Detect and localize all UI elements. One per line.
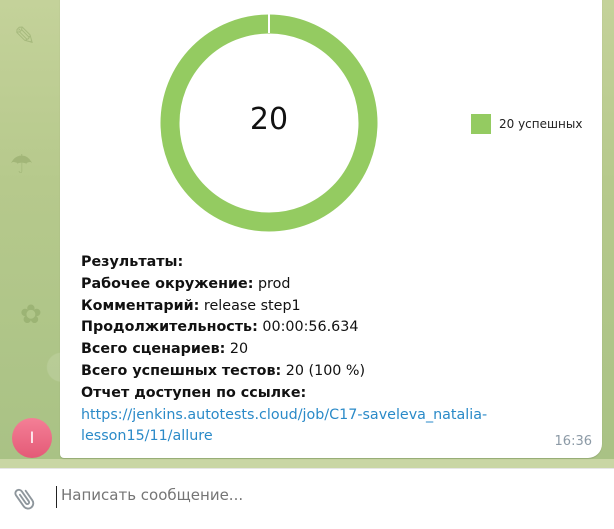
doodle-icon: ✎ <box>14 22 36 52</box>
env-value: prod <box>253 275 291 292</box>
report-link-line-1[interactable]: https://jenkins.autotests.cloud/job/C17-… <box>81 407 487 423</box>
text-cursor <box>56 486 57 508</box>
passed-value: 20 (100 %) <box>281 362 366 379</box>
comment-value: release step1 <box>199 297 301 314</box>
results-label: Результаты: <box>81 254 184 270</box>
report-link-line-2[interactable]: lesson15/11/allure <box>81 428 213 444</box>
doodle-icon: ☂ <box>10 150 34 180</box>
paperclip-icon[interactable] <box>11 485 39 513</box>
message-text: Результаты: Рабочее окружение: prod Комм… <box>81 252 487 448</box>
passed-label: Всего успешных тестов: <box>81 362 282 379</box>
legend-label: 20 успешных <box>499 117 583 131</box>
comment-label: Комментарий: <box>81 297 200 314</box>
message-input[interactable] <box>61 486 561 504</box>
message-timestamp: 16:36 <box>554 434 592 449</box>
report-label: Отчет доступен по ссылке: <box>81 384 307 401</box>
chart-center-value: 20 <box>249 102 289 137</box>
scenarios-value: 20 <box>225 341 249 358</box>
chart-legend: 20 успешных <box>471 114 582 134</box>
doodle-icon: ✿ <box>20 300 42 330</box>
scenarios-label: Всего сценариев: <box>81 341 226 358</box>
duration-value: 00:00:56.634 <box>257 319 359 336</box>
avatar[interactable]: I <box>12 418 52 458</box>
legend-swatch <box>471 114 491 134</box>
duration-label: Продолжительность: <box>81 319 258 336</box>
env-label: Рабочее окружение: <box>81 275 254 292</box>
